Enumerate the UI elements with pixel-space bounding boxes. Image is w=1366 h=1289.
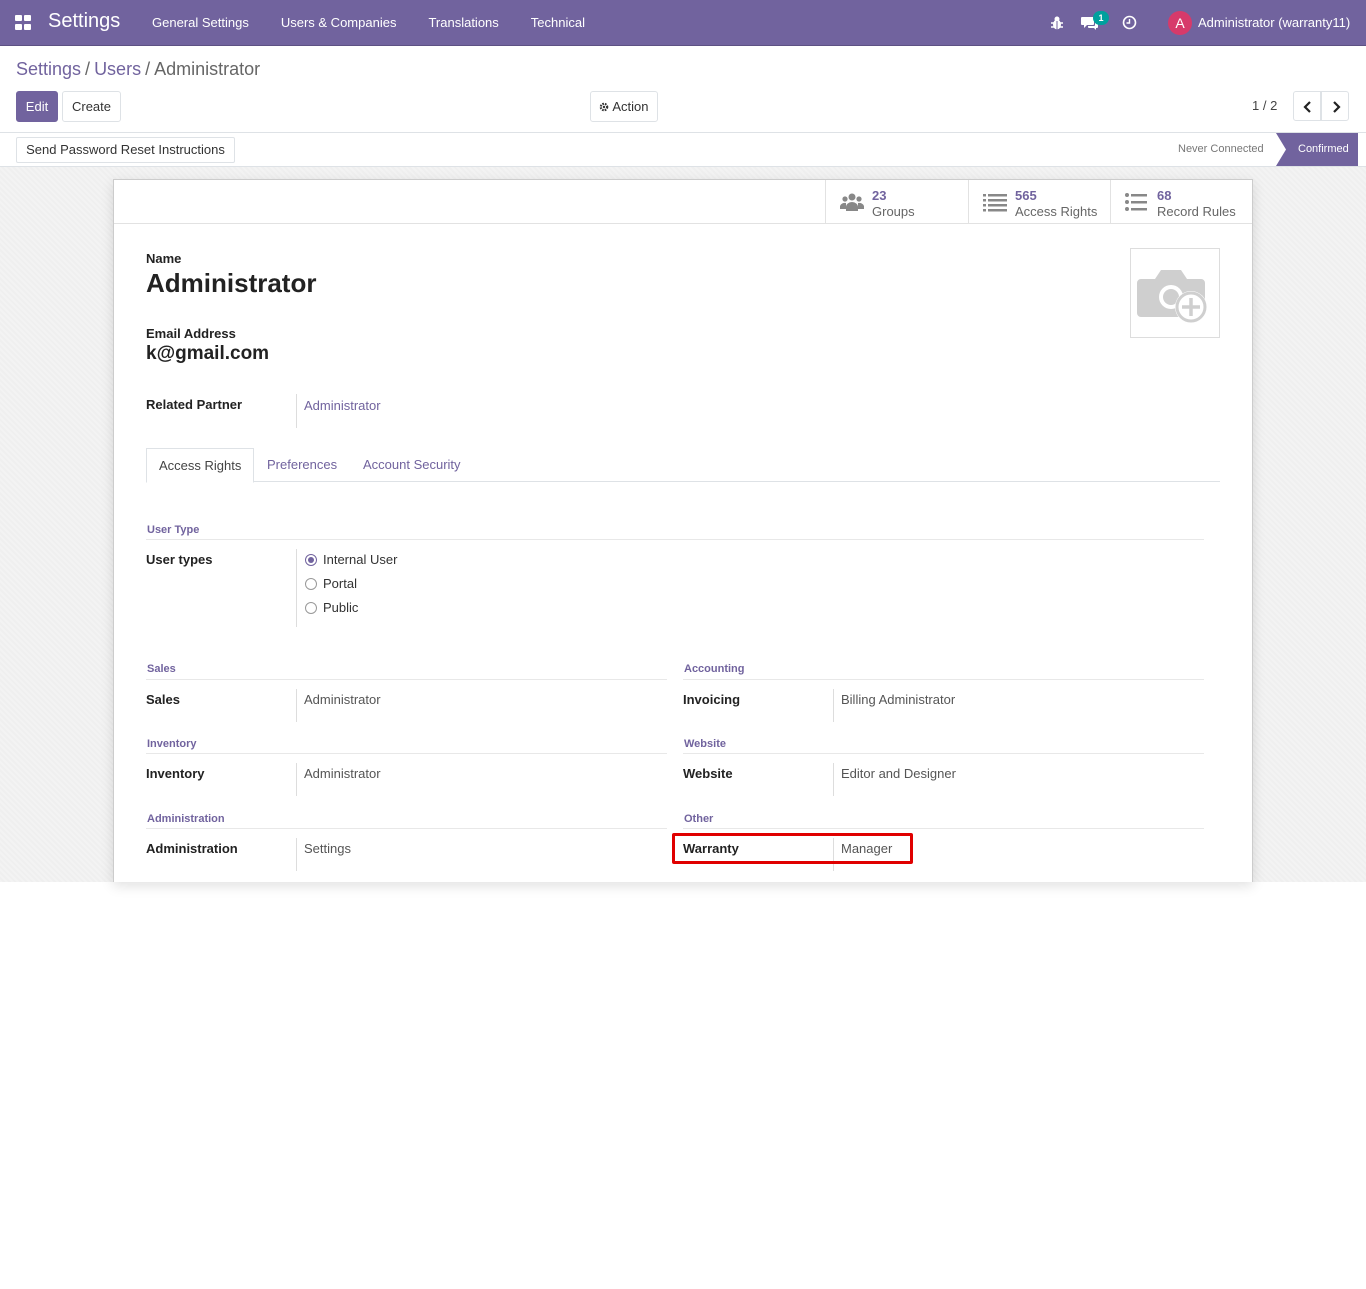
field-separator — [833, 763, 834, 796]
status-never-connected[interactable]: Never Connected — [1178, 143, 1264, 155]
avatar-image-upload[interactable] — [1130, 248, 1220, 338]
inventory-value[interactable]: Administrator — [304, 766, 381, 781]
radio-label-public[interactable]: Public — [323, 600, 358, 615]
field-separator — [296, 838, 297, 871]
users-icon — [840, 193, 864, 211]
email-field[interactable]: k@gmail.com — [146, 343, 269, 365]
menu-technical[interactable]: Technical — [515, 0, 601, 46]
user-types-label: User types — [146, 552, 213, 567]
invoicing-label: Invoicing — [683, 692, 741, 707]
group-title-accounting: Accounting — [684, 663, 745, 675]
sales-value[interactable]: Administrator — [304, 692, 381, 707]
group-title-administration: Administration — [147, 813, 225, 825]
group-divider — [146, 753, 667, 754]
group-title-sales: Sales — [147, 663, 176, 675]
group-divider — [146, 828, 667, 829]
website-label: Website — [683, 766, 733, 781]
user-menu[interactable]: Administrator (warranty11) — [1198, 15, 1350, 30]
gear-icon — [600, 102, 609, 112]
main-menu: General Settings Users & Companies Trans… — [136, 0, 601, 46]
name-label: Name — [146, 251, 182, 266]
list-icon — [983, 194, 1007, 212]
radio-public[interactable] — [305, 602, 317, 614]
top-navbar: Settings General Settings Users & Compan… — [0, 0, 1366, 46]
form-sheet: 23 Groups 565 Access Rights 68 Record Ru… — [113, 179, 1253, 882]
related-partner-link[interactable]: Administrator — [304, 398, 381, 413]
edit-button[interactable]: Edit — [16, 91, 58, 122]
groups-smart-button[interactable]: 23 Groups — [825, 180, 968, 224]
notebook-tabs: Access Rights Preferences Account Securi… — [146, 448, 1220, 483]
pager-previous-button[interactable] — [1293, 91, 1321, 121]
camera-add-icon — [1137, 270, 1207, 323]
menu-general-settings[interactable]: General Settings — [136, 0, 265, 46]
bug-icon[interactable] — [1050, 15, 1064, 31]
name-field[interactable]: Administrator — [146, 268, 316, 299]
chevron-right-icon — [1333, 101, 1341, 113]
list-icon — [1125, 193, 1147, 211]
group-title-user-type: User Type — [147, 524, 200, 536]
app-title[interactable]: Settings — [48, 10, 120, 33]
tab-preferences[interactable]: Preferences — [255, 448, 349, 482]
smart-buttons-bar: 23 Groups 565 Access Rights 68 Record Ru… — [114, 180, 1252, 224]
group-title-other: Other — [684, 813, 714, 825]
group-title-inventory: Inventory — [147, 738, 197, 750]
tab-access-rights[interactable]: Access Rights — [146, 448, 255, 483]
breadcrumb-settings[interactable]: Settings — [16, 59, 81, 79]
group-divider — [146, 679, 667, 680]
field-separator — [833, 689, 834, 722]
avatar[interactable]: A — [1168, 11, 1192, 35]
access-rights-smart-button[interactable]: 565 Access Rights — [968, 180, 1110, 224]
menu-users-companies[interactable]: Users & Companies — [265, 0, 413, 46]
record-rules-count: 68 — [1157, 188, 1172, 203]
sales-label: Sales — [146, 692, 180, 707]
radio-internal-user[interactable] — [305, 554, 317, 566]
invoicing-value[interactable]: Billing Administrator — [841, 692, 955, 707]
administration-label: Administration — [146, 841, 238, 856]
related-partner-label: Related Partner — [146, 397, 243, 412]
apps-menu-icon[interactable] — [15, 15, 33, 31]
chevron-left-icon — [1303, 101, 1311, 113]
breadcrumb-users[interactable]: Users — [94, 59, 141, 79]
group-divider — [683, 679, 1204, 680]
radio-label-portal[interactable]: Portal — [323, 576, 357, 591]
groups-label: Groups — [872, 204, 915, 219]
administration-value[interactable]: Settings — [304, 841, 351, 856]
field-separator — [296, 394, 297, 428]
warranty-highlight-box — [672, 833, 913, 864]
send-password-reset-button[interactable]: Send Password Reset Instructions — [16, 137, 235, 163]
group-divider — [683, 753, 1204, 754]
website-value[interactable]: Editor and Designer — [841, 766, 956, 781]
action-label: Action — [612, 99, 649, 114]
breadcrumb: Settings / Users / Administrator — [16, 59, 261, 79]
status-confirmed[interactable]: Confirmed — [1276, 133, 1358, 166]
groups-count: 23 — [872, 188, 887, 203]
radio-portal[interactable] — [305, 578, 317, 590]
access-rights-label: Access Rights — [1015, 204, 1098, 219]
record-rules-label: Record Rules — [1157, 204, 1236, 219]
field-separator — [296, 549, 297, 627]
clock-icon[interactable] — [1122, 15, 1137, 30]
field-separator — [296, 689, 297, 722]
inventory-label: Inventory — [146, 766, 205, 781]
email-label: Email Address — [146, 326, 236, 341]
group-divider — [146, 539, 1204, 540]
chat-count-badge: 1 — [1093, 11, 1109, 25]
action-button[interactable]: Action — [590, 91, 658, 122]
record-rules-smart-button[interactable]: 68 Record Rules — [1110, 180, 1252, 224]
group-divider — [683, 828, 1204, 829]
breadcrumb-current: Administrator — [154, 59, 261, 79]
field-separator — [296, 763, 297, 796]
create-button[interactable]: Create — [62, 91, 121, 122]
menu-translations[interactable]: Translations — [412, 0, 514, 46]
group-title-website: Website — [684, 738, 726, 750]
pager-value[interactable]: 1 / 2 — [1252, 98, 1277, 113]
tab-account-security[interactable]: Account Security — [351, 448, 473, 482]
radio-label-internal-user[interactable]: Internal User — [323, 552, 397, 567]
access-rights-count: 565 — [1015, 188, 1037, 203]
pager-next-button[interactable] — [1321, 91, 1349, 121]
